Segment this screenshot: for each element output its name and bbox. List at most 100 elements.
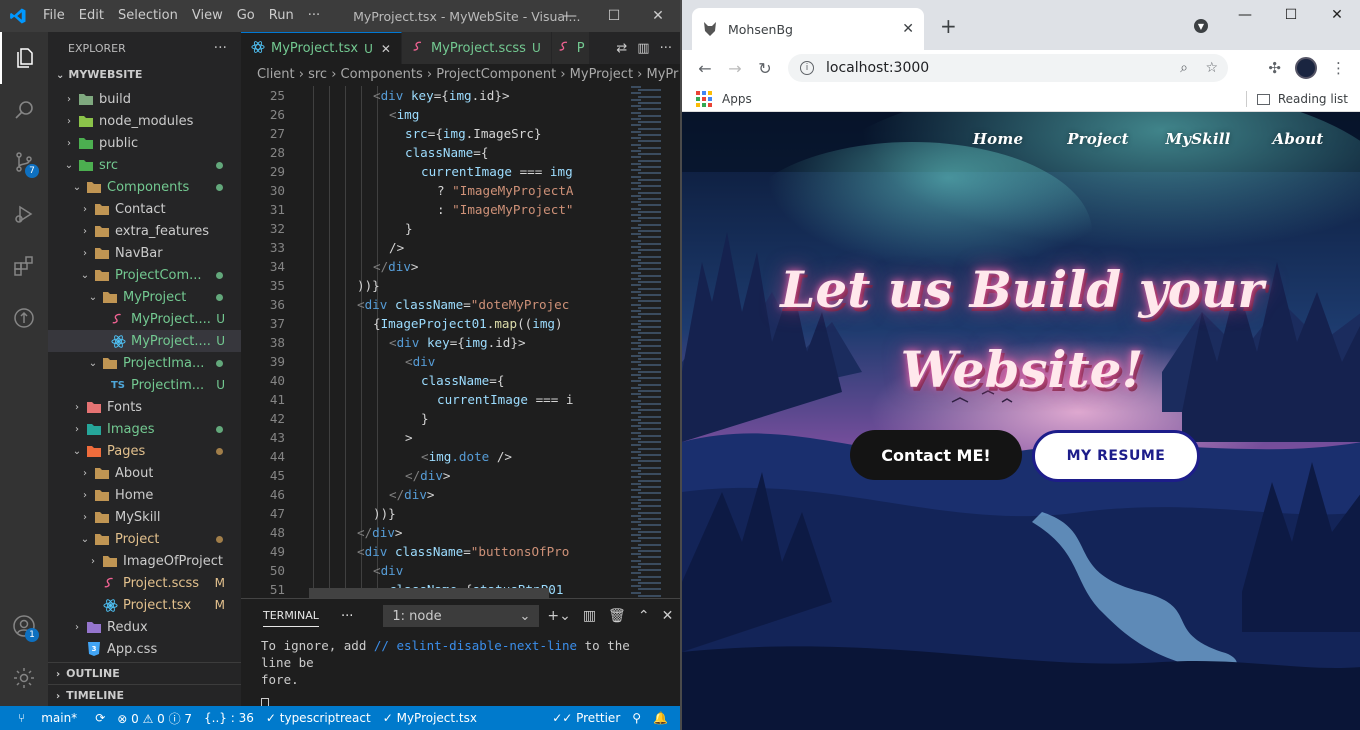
back-arrow-icon[interactable]: ← (690, 59, 720, 78)
explorer-more-button[interactable]: ··· (214, 40, 227, 56)
apps-bookmark[interactable]: Apps (722, 92, 752, 106)
tab-search-icon[interactable]: ▼ (1194, 19, 1208, 33)
reading-list[interactable]: Reading list (1245, 91, 1348, 107)
tree-item[interactable]: › extra_features (48, 220, 241, 242)
workspace-root[interactable]: ⌄ MYWEBSITE (48, 64, 241, 86)
add-terminal-icon[interactable]: +⌄ (547, 608, 570, 624)
timeline-section[interactable]: › TIMELINE (48, 684, 241, 706)
address-bar[interactable]: i localhost:3000 ⌕ ☆ (788, 54, 1228, 82)
terminal-more-button[interactable]: ··· (341, 609, 353, 624)
menu-item[interactable]: View (185, 0, 230, 32)
tree-item[interactable]: ⌄ Pages (48, 440, 241, 462)
my-resume-button[interactable]: MY RESUME (1032, 430, 1200, 482)
tree-item[interactable]: › Home (48, 484, 241, 506)
breadcrumb[interactable]: Client › src › Components › ProjectCompo… (241, 64, 680, 86)
minimap[interactable] (627, 86, 673, 598)
nav-home-link[interactable]: Home (948, 130, 1048, 148)
outline-section[interactable]: › OUTLINE (48, 662, 241, 684)
notifications-bell-icon[interactable]: 🔔 (647, 711, 680, 725)
menu-item[interactable]: Edit (72, 0, 111, 32)
nav-project-link[interactable]: Project (1048, 130, 1148, 148)
browser-minimize-button[interactable]: — (1222, 0, 1268, 30)
compare-icon[interactable]: ⇄ (616, 41, 627, 56)
accounts-icon[interactable]: 1 (0, 600, 48, 652)
tree-item[interactable]: › public (48, 132, 241, 154)
tree-item[interactable]: ⌄ Project (48, 528, 241, 550)
tree-item[interactable]: › Redux (48, 616, 241, 638)
tree-item[interactable]: › build (48, 88, 241, 110)
nav-about-link[interactable]: About (1248, 130, 1348, 148)
zoom-icon[interactable]: ⌕ (1180, 60, 1188, 76)
prettier-status[interactable]: ✓✓ Prettier (546, 711, 626, 725)
tree-item[interactable]: › ImageOfProject (48, 550, 241, 572)
editor-scrollbar[interactable] (616, 86, 626, 598)
explorer-icon[interactable] (0, 32, 48, 84)
close-panel-icon[interactable]: ✕ (662, 608, 674, 624)
tree-item[interactable]: › Fonts (48, 396, 241, 418)
menu-item[interactable]: Go (230, 0, 262, 32)
tree-item[interactable]: ⌄ src (48, 154, 241, 176)
minimize-button[interactable]: — (548, 0, 592, 32)
extensions-puzzle-icon[interactable]: ✣ (1268, 59, 1281, 77)
problems-status[interactable]: ⊗ 0 ⚠ 0 ⓘ 7 (111, 710, 198, 727)
github-icon[interactable] (0, 292, 48, 344)
menu-item[interactable]: Run (262, 0, 301, 32)
browser-tab[interactable]: MohsenBg ✕ (692, 8, 924, 50)
menu-item[interactable]: File (36, 0, 72, 32)
close-button[interactable]: ✕ (636, 0, 680, 32)
menu-item[interactable]: ··· (301, 0, 327, 32)
extensions-icon[interactable] (0, 240, 48, 292)
language-status[interactable]: ✓ typescriptreact (260, 711, 377, 725)
maximize-button[interactable]: ☐ (592, 0, 636, 32)
terminal-select[interactable]: 1: node ⌄ (383, 605, 540, 627)
tree-item[interactable]: ⌄ ProjectIma... (48, 352, 241, 374)
tree-item[interactable]: Project.scss M (48, 572, 241, 594)
tree-item[interactable]: ⌄ Components (48, 176, 241, 198)
tree-item[interactable]: › NavBar (48, 242, 241, 264)
tree-item[interactable]: ⌄ MyProject (48, 286, 241, 308)
terminal-tab[interactable]: TERMINAL (263, 609, 319, 627)
tree-item[interactable]: MyProject.... U (48, 330, 241, 352)
site-info-icon[interactable]: i (800, 61, 814, 75)
run-debug-icon[interactable] (0, 188, 48, 240)
tree-item[interactable]: › node_modules (48, 110, 241, 132)
close-tab-icon[interactable]: ✕ (902, 21, 914, 37)
code-area[interactable]: 25 <div key={img.id}> 26 <img 27 src={img.Ima… (241, 86, 616, 598)
bookmark-star-icon[interactable]: ☆ (1205, 60, 1218, 76)
new-tab-icon[interactable]: + (940, 14, 957, 38)
nav-myskill-link[interactable]: MySkill (1148, 130, 1248, 148)
editor-tab[interactable]: MyProject.tsx U ✕ (241, 32, 402, 64)
source-control-icon[interactable]: 7 (0, 136, 48, 188)
tree-item[interactable]: MyProject.... U (48, 308, 241, 330)
browser-menu-icon[interactable]: ⋮ (1331, 59, 1346, 77)
tree-item[interactable]: TS Projectim... U (48, 374, 241, 396)
tree-item[interactable]: › Images (48, 418, 241, 440)
browser-close-button[interactable]: ✕ (1314, 0, 1360, 30)
tree-item[interactable]: Project.tsx M (48, 594, 241, 616)
contact-me-button[interactable]: Contact ME! (850, 430, 1022, 480)
profile-avatar[interactable] (1295, 57, 1317, 79)
sync-icon[interactable]: ⟳ (89, 711, 111, 725)
brackets-status[interactable]: {..} : 36 (198, 711, 260, 725)
browser-maximize-button[interactable]: ☐ (1268, 0, 1314, 30)
menu-item[interactable]: Selection (111, 0, 185, 32)
tree-item[interactable]: 3 App.css (48, 638, 241, 660)
tree-item[interactable]: › MySkill (48, 506, 241, 528)
search-icon[interactable] (0, 84, 48, 136)
forward-arrow-icon[interactable]: → (720, 59, 750, 78)
tree-item[interactable]: › About (48, 462, 241, 484)
editor-tab[interactable]: P (551, 32, 590, 64)
reload-icon[interactable]: ↻ (750, 59, 780, 78)
maximize-panel-icon[interactable]: ⌃ (638, 608, 650, 624)
settings-gear-icon[interactable] (0, 652, 48, 704)
trash-icon[interactable]: 🗑 (608, 608, 626, 624)
tree-item[interactable]: › Contact (48, 198, 241, 220)
split-terminal-icon[interactable]: ▥ (583, 608, 596, 624)
branch-status[interactable]: ⑂ main* (0, 711, 89, 725)
apps-grid-icon[interactable] (696, 90, 712, 107)
file-status[interactable]: ✓ MyProject.tsx (377, 711, 483, 725)
editor-tab[interactable]: MyProject.scss U (401, 32, 552, 64)
tree-item[interactable]: ⌄ ProjectCom... (48, 264, 241, 286)
close-tab-icon[interactable]: ✕ (381, 42, 391, 56)
split-editor-icon[interactable]: ▥ (637, 41, 649, 56)
